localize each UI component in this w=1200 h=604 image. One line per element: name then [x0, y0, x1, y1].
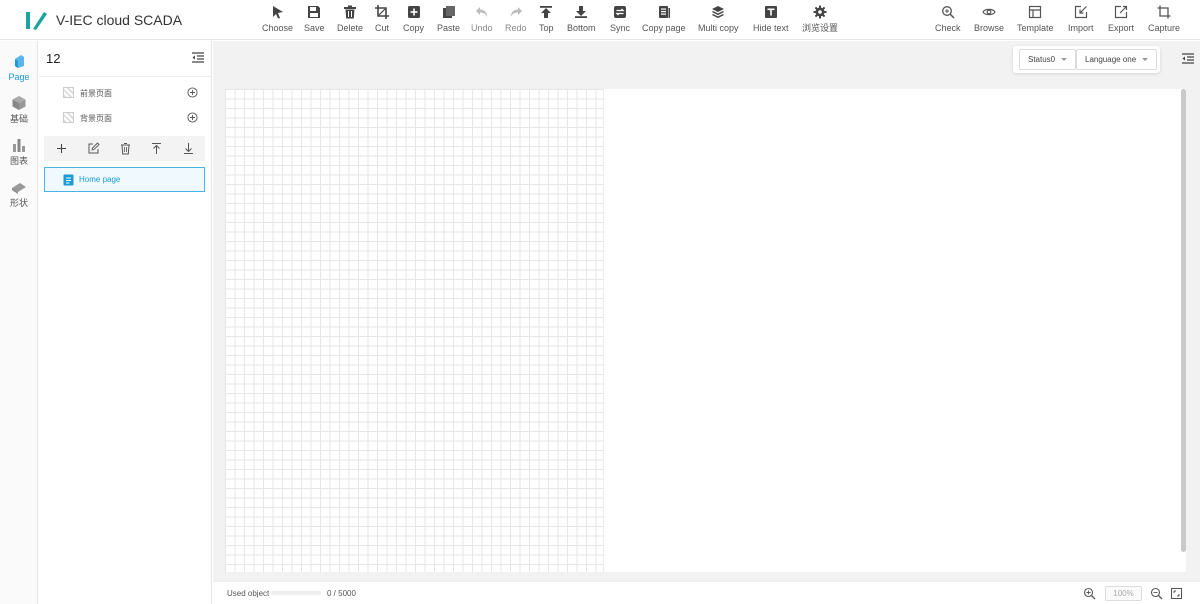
page-list-item-home[interactable]: Home page	[44, 167, 205, 192]
layer-row-foreground[interactable]: 前景页面	[39, 81, 212, 105]
move-down-icon[interactable]	[182, 142, 195, 155]
page-name: Home page	[79, 175, 121, 184]
zoom-level-field[interactable]: 100%	[1105, 586, 1142, 601]
add-circle-icon[interactable]	[187, 112, 198, 123]
rail-item-chart[interactable]: 图表	[0, 137, 38, 171]
gear-icon	[813, 5, 827, 19]
work-area: Status0 Language one Used object 0 / 500…	[213, 41, 1200, 604]
capture-button[interactable]: Capture	[1148, 5, 1180, 37]
trash-icon[interactable]	[119, 142, 132, 155]
vertical-scrollbar[interactable]	[1181, 89, 1186, 552]
zoom-out-icon[interactable]	[1150, 587, 1163, 600]
trash-icon	[344, 5, 356, 19]
add-circle-icon[interactable]	[187, 87, 198, 98]
used-object-progress	[271, 591, 321, 595]
text-box-icon	[764, 6, 777, 18]
paste-icon	[442, 6, 455, 18]
copy-button[interactable]: Copy	[403, 5, 424, 37]
cursor-arrow-icon	[272, 6, 283, 19]
browse-settings-button[interactable]: 浏览设置	[802, 5, 838, 37]
undo-arrow-icon	[475, 7, 488, 17]
top-button[interactable]: Top	[539, 5, 554, 37]
edit-icon[interactable]	[87, 142, 100, 155]
page-actions-bar	[44, 136, 205, 161]
arrow-to-top-icon	[540, 6, 553, 18]
caret-down-icon	[1142, 58, 1149, 61]
check-button[interactable]: Check	[935, 5, 961, 37]
brand: V-IEC cloud SCADA	[24, 8, 182, 32]
basic-cube-icon	[12, 96, 26, 110]
eye-icon	[982, 8, 996, 16]
browse-button[interactable]: Browse	[974, 5, 1004, 37]
panel-title: 12	[46, 51, 61, 66]
logo-icon	[26, 12, 47, 30]
top-toolbar: V-IEC cloud SCADA Choose Save Delete Cut…	[0, 0, 1200, 40]
template-button[interactable]: Template	[1017, 5, 1054, 37]
bottom-button[interactable]: Bottom	[567, 5, 596, 37]
multi-copy-button[interactable]: Multi copy	[698, 5, 739, 37]
choose-button[interactable]: Choose	[262, 5, 293, 37]
left-rail: Page 基础 图表 形状	[0, 41, 38, 604]
layer-thumbnail	[63, 87, 74, 98]
delete-button[interactable]: Delete	[337, 5, 363, 37]
status-bar: Used object 0 / 5000 100%	[213, 581, 1200, 604]
hide-text-button[interactable]: Hide text	[753, 5, 789, 37]
undo-button[interactable]: Undo	[471, 5, 493, 37]
move-up-icon[interactable]	[150, 142, 163, 155]
floppy-disk-icon	[308, 6, 321, 18]
crop-icon	[375, 5, 389, 19]
shape-icon	[12, 183, 26, 194]
panel-header: 12	[39, 41, 212, 77]
rail-item-shape[interactable]: 形状	[0, 179, 38, 213]
bar-chart-icon	[13, 139, 25, 152]
used-object-count: 0 / 5000	[327, 589, 356, 598]
import-icon	[1074, 5, 1087, 19]
layers-icon	[712, 6, 725, 19]
export-button[interactable]: Export	[1108, 5, 1134, 37]
document-icon	[63, 174, 74, 186]
layer-name: 背景页面	[80, 114, 112, 123]
export-icon	[1114, 5, 1128, 19]
import-button[interactable]: Import	[1068, 5, 1094, 37]
rail-item-basic[interactable]: 基础	[0, 95, 38, 129]
paste-button[interactable]: Paste	[437, 5, 460, 37]
fit-screen-icon[interactable]	[1170, 587, 1183, 600]
sync-button[interactable]: Sync	[610, 5, 630, 37]
zoom-check-icon	[941, 6, 955, 19]
language-select[interactable]: Language one	[1076, 49, 1158, 70]
copy-page-icon	[658, 6, 670, 18]
sync-icon	[614, 6, 626, 18]
rail-item-page[interactable]: Page	[0, 53, 38, 87]
collapse-menu-icon[interactable]	[191, 51, 205, 65]
canvas-controls: Status0 Language one	[1013, 46, 1160, 73]
redo-button[interactable]: Redo	[505, 5, 527, 37]
redo-arrow-icon	[510, 7, 522, 17]
template-icon	[1029, 5, 1042, 19]
status-select[interactable]: Status0	[1019, 49, 1077, 70]
copy-page-button[interactable]: Copy page	[642, 5, 686, 37]
add-icon[interactable]	[55, 142, 68, 155]
capture-crop-icon	[1157, 5, 1171, 19]
design-canvas[interactable]	[225, 89, 604, 572]
save-button[interactable]: Save	[304, 5, 325, 37]
layer-row-background[interactable]: 背景页面	[39, 106, 212, 130]
app-title: V-IEC cloud SCADA	[56, 12, 183, 28]
zoom-in-icon[interactable]	[1083, 587, 1096, 600]
copy-plus-icon	[407, 6, 420, 18]
properties-menu-icon[interactable]	[1181, 52, 1195, 66]
page-cube-icon	[15, 55, 24, 68]
caret-down-icon	[1061, 58, 1068, 61]
arrow-to-bottom-icon	[575, 6, 588, 18]
layer-thumbnail	[63, 112, 74, 123]
cut-button[interactable]: Cut	[375, 5, 389, 37]
layer-name: 前景页面	[80, 89, 112, 98]
page-panel: 12 前景页面 背景页面 Home page	[39, 41, 212, 604]
used-object-label: Used object	[227, 589, 270, 598]
